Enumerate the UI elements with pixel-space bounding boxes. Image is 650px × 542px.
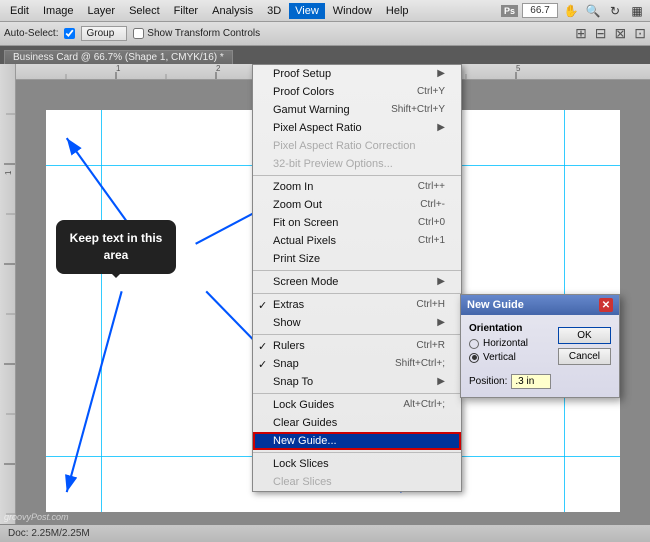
menu-item-screen-mode[interactable]: Screen Mode ▶: [253, 273, 461, 291]
menu-item-32bit: 32-bit Preview Options...: [253, 155, 461, 173]
tab-bar: Business Card @ 66.7% (Shape 1, CMYK/16)…: [0, 46, 650, 64]
menu-edit[interactable]: Edit: [4, 3, 35, 19]
callout-bubble: Keep text in this area: [56, 220, 176, 274]
menu-image[interactable]: Image: [37, 3, 80, 19]
separator-2: [253, 270, 461, 271]
guide-v1: [101, 110, 102, 512]
hand-icon[interactable]: ✋: [562, 2, 580, 20]
dialog-buttons: OK Cancel: [558, 323, 611, 366]
orientation-label: Orientation: [469, 323, 550, 334]
menu-item-rulers[interactable]: ✓ Rulers Ctrl+R: [253, 337, 461, 355]
svg-text:1: 1: [116, 64, 121, 73]
menu-item-proof-setup[interactable]: Proof Setup ▶: [253, 65, 461, 83]
vertical-radio[interactable]: [469, 353, 479, 363]
grid-icon[interactable]: ▦: [628, 2, 646, 20]
menu-layer[interactable]: Layer: [82, 3, 122, 19]
separator-5: [253, 393, 461, 394]
status-bar: Doc: 2.25M/2.25M: [0, 524, 650, 542]
doc-tab[interactable]: Business Card @ 66.7% (Shape 1, CMYK/16)…: [4, 50, 233, 64]
menu-item-actual-pixels[interactable]: Actual Pixels Ctrl+1: [253, 232, 461, 250]
ok-button[interactable]: OK: [558, 327, 611, 344]
status-info: Doc: 2.25M/2.25M: [8, 528, 90, 539]
svg-text:5: 5: [516, 64, 521, 73]
vertical-label: Vertical: [483, 352, 516, 363]
position-label: Position:: [469, 376, 507, 387]
align-icon-3[interactable]: ⊠: [615, 25, 627, 42]
menu-3d[interactable]: 3D: [261, 3, 287, 19]
menu-item-fit-screen[interactable]: Fit on Screen Ctrl+0: [253, 214, 461, 232]
horizontal-radio[interactable]: [469, 339, 479, 349]
cancel-button[interactable]: Cancel: [558, 348, 611, 365]
menu-item-gamut-warning[interactable]: Gamut Warning Shift+Ctrl+Y: [253, 101, 461, 119]
separator-3: [253, 293, 461, 294]
menu-item-zoom-out[interactable]: Zoom Out Ctrl+-: [253, 196, 461, 214]
menu-item-extras[interactable]: ✓ Extras Ctrl+H: [253, 296, 461, 314]
menu-item-print-size[interactable]: Print Size: [253, 250, 461, 268]
ruler-v-svg: 1: [0, 64, 16, 542]
menu-item-zoom-in[interactable]: Zoom In Ctrl++: [253, 178, 461, 196]
dialog-body: Orientation Horizontal Vertical OK Cance…: [461, 315, 619, 374]
menu-window[interactable]: Window: [327, 3, 378, 19]
view-dropdown-menu: Proof Setup ▶ Proof Colors Ctrl+Y Gamut …: [252, 64, 462, 492]
show-transform-wrap: Show Transform Controls: [133, 28, 260, 39]
menu-item-lock-guides[interactable]: Lock Guides Alt+Ctrl+;: [253, 396, 461, 414]
menu-bar: Edit Image Layer Select Filter Analysis …: [0, 0, 650, 22]
zoom-level[interactable]: 66.7: [522, 3, 558, 18]
separator-4: [253, 334, 461, 335]
svg-text:2: 2: [216, 64, 221, 73]
menu-item-snap[interactable]: ✓ Snap Shift+Ctrl+;: [253, 355, 461, 373]
menu-item-pixel-aspect[interactable]: Pixel Aspect Ratio ▶: [253, 119, 461, 137]
new-guide-dialog: New Guide ✕ Orientation Horizontal Verti…: [460, 294, 620, 398]
svg-text:1: 1: [4, 170, 13, 175]
dialog-title: New Guide: [467, 299, 524, 311]
horizontal-label: Horizontal: [483, 338, 528, 349]
rotate-icon[interactable]: ↻: [606, 2, 624, 20]
autoselect-label: Auto-Select:: [4, 28, 58, 39]
toolbar-right: Ps 66.7 ✋ 🔍 ↻ ▦: [501, 2, 646, 20]
menu-item-snap-to[interactable]: Snap To ▶: [253, 373, 461, 391]
autoselect-checkbox[interactable]: [64, 28, 75, 39]
dialog-orientation: Orientation Horizontal Vertical: [469, 323, 550, 366]
menu-item-lock-slices[interactable]: Lock Slices: [253, 455, 461, 473]
menu-item-show[interactable]: Show ▶: [253, 314, 461, 332]
separator-6: [253, 452, 461, 453]
position-input[interactable]: [511, 374, 551, 389]
horizontal-radio-item[interactable]: Horizontal: [469, 338, 550, 349]
dialog-titlebar: New Guide ✕: [461, 295, 619, 315]
menu-item-clear-guides[interactable]: Clear Guides: [253, 414, 461, 432]
menu-view[interactable]: View: [289, 3, 325, 19]
ruler-vertical: 1: [0, 64, 16, 542]
menu-select[interactable]: Select: [123, 3, 166, 19]
dialog-close-button[interactable]: ✕: [599, 298, 613, 312]
menu-item-new-guide[interactable]: New Guide...: [253, 432, 461, 450]
ps-badge: Ps: [501, 5, 518, 17]
align-icon-4[interactable]: ⊡: [634, 25, 646, 42]
menu-help[interactable]: Help: [380, 3, 415, 19]
watermark: groovyPost.com: [4, 512, 69, 522]
separator-1: [253, 175, 461, 176]
menu-analysis[interactable]: Analysis: [206, 3, 259, 19]
align-icon-1[interactable]: ⊞: [575, 25, 587, 42]
menu-item-pixel-correction: Pixel Aspect Ratio Correction: [253, 137, 461, 155]
show-transform-checkbox[interactable]: [133, 28, 144, 39]
group-dropdown[interactable]: Group: [81, 26, 127, 41]
menu-item-clear-slices: Clear Slices: [253, 473, 461, 491]
menu-filter[interactable]: Filter: [168, 3, 204, 19]
show-transform-label: Show Transform Controls: [147, 28, 260, 39]
vertical-radio-item[interactable]: Vertical: [469, 352, 550, 363]
align-icon-2[interactable]: ⊟: [595, 25, 607, 42]
position-row: Position:: [461, 374, 619, 397]
options-bar: Auto-Select: Group Show Transform Contro…: [0, 22, 650, 46]
menu-item-proof-colors[interactable]: Proof Colors Ctrl+Y: [253, 83, 461, 101]
canvas-area: 1 2 3 4 5 1: [0, 64, 650, 542]
search-icon[interactable]: 🔍: [584, 2, 602, 20]
